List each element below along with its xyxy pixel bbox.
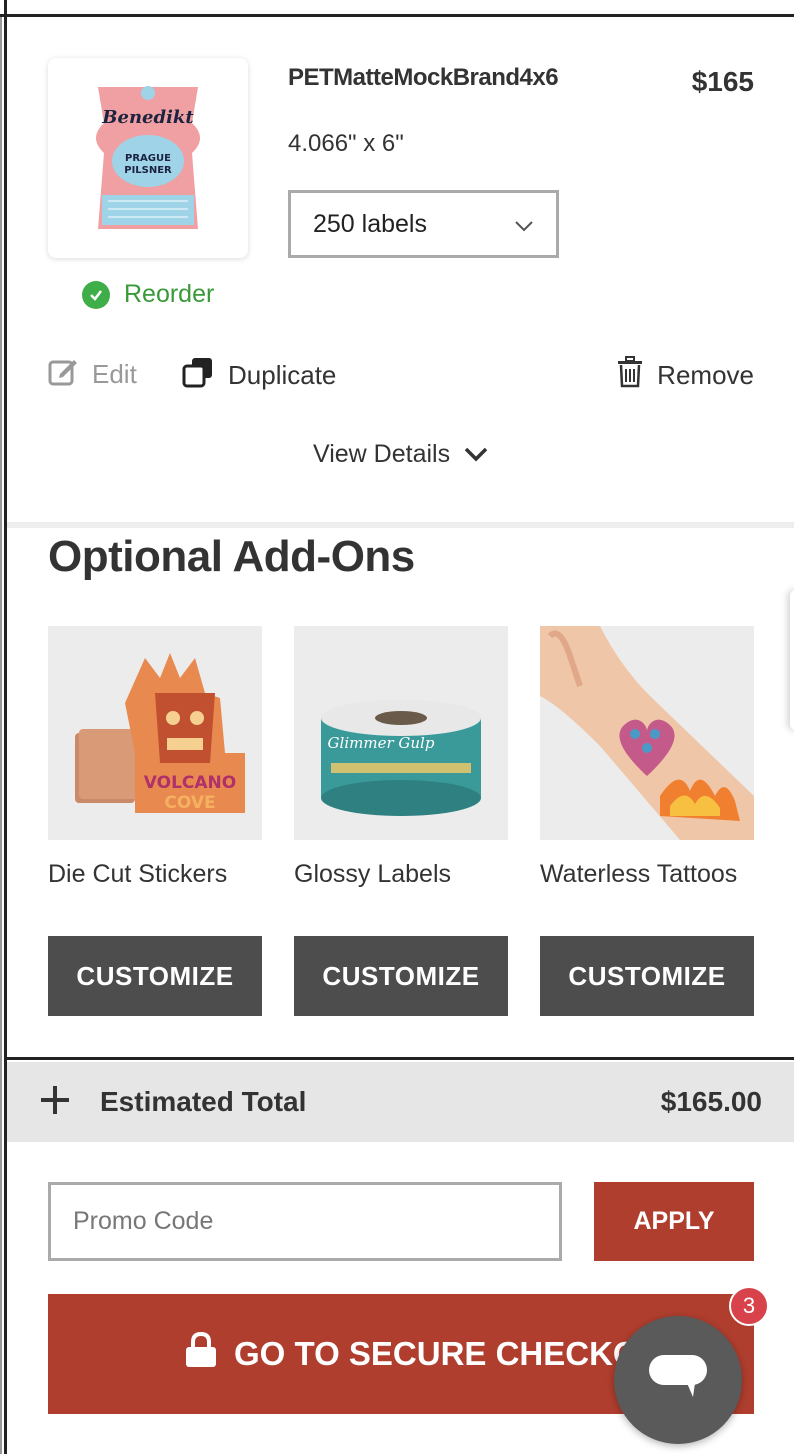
- addons-title: Optional Add-Ons: [48, 532, 415, 581]
- estimated-total-value: $165.00: [660, 1086, 762, 1117]
- page-edge: [0, 0, 2, 1454]
- chat-notification-badge: 3: [729, 1286, 769, 1326]
- carousel-edge: [790, 590, 794, 730]
- apply-button[interactable]: APPLY: [594, 1182, 754, 1261]
- product-thumbnail[interactable]: Benedikt PRAGUE PILSNER: [48, 58, 248, 258]
- estimated-total-label: Estimated Total: [100, 1086, 307, 1117]
- remove-button[interactable]: Remove: [617, 356, 754, 395]
- svg-text:Glimmer Gulp: Glimmer Gulp: [328, 734, 435, 752]
- addon-card-die-cut-stickers[interactable]: VOLCANO COVE Die Cut Stickers: [48, 626, 262, 889]
- top-border: [0, 0, 794, 17]
- chevron-down-icon: [514, 210, 534, 239]
- addon-image: Glimmer Gulp: [294, 626, 508, 840]
- addon-name: Waterless Tattoos: [540, 860, 738, 888]
- addon-name: Glossy Labels: [294, 860, 452, 888]
- check-circle-icon: [82, 280, 110, 309]
- lock-icon: [184, 1331, 218, 1376]
- duplicate-label: Duplicate: [228, 360, 337, 390]
- label-preview-image: Benedikt PRAGUE PILSNER: [96, 86, 200, 229]
- quantity-select[interactable]: 250 labels: [288, 190, 559, 258]
- svg-text:PRAGUE: PRAGUE: [125, 153, 171, 164]
- svg-text:VOLCANO: VOLCANO: [144, 773, 236, 793]
- duplicate-icon: [182, 356, 214, 395]
- customize-waterless-tattoos-button[interactable]: CUSTOMIZE: [540, 936, 754, 1016]
- edit-label: Edit: [92, 359, 137, 389]
- edit-icon: [48, 356, 78, 393]
- product-name: PETMatteMockBrand4x6: [288, 64, 559, 91]
- chevron-down-icon: [464, 440, 488, 469]
- chat-button[interactable]: [614, 1316, 742, 1444]
- section-divider: [7, 1057, 794, 1060]
- addon-image: VOLCANO COVE: [48, 626, 262, 840]
- reorder-status: Reorder: [82, 280, 214, 309]
- section-divider: [7, 522, 794, 528]
- duplicate-button[interactable]: Duplicate: [182, 356, 336, 395]
- addon-name: Die Cut Stickers: [48, 860, 228, 888]
- estimated-total-bar[interactable]: Estimated Total $165.00: [7, 1062, 794, 1142]
- svg-text:Benedikt: Benedikt: [101, 107, 194, 128]
- chat-bubble-icon: [647, 1353, 709, 1408]
- edit-button[interactable]: Edit: [48, 356, 137, 393]
- customize-glossy-labels-button[interactable]: CUSTOMIZE: [294, 936, 508, 1016]
- svg-text:PILSNER: PILSNER: [124, 165, 172, 176]
- product-price: $165: [691, 66, 754, 97]
- view-details-label: View Details: [313, 440, 451, 468]
- left-border: [4, 0, 7, 1454]
- product-size: 4.066" x 6": [288, 130, 404, 157]
- reorder-label: Reorder: [124, 280, 215, 308]
- promo-code-input[interactable]: [48, 1182, 562, 1261]
- addon-card-waterless-tattoos[interactable]: Waterless Tattoos: [540, 626, 754, 889]
- view-details-toggle[interactable]: View Details: [313, 440, 488, 469]
- customize-die-cut-stickers-button[interactable]: CUSTOMIZE: [48, 936, 262, 1016]
- plus-icon: [41, 1081, 69, 1123]
- svg-text:COVE: COVE: [164, 793, 215, 813]
- addon-image: [540, 626, 754, 840]
- addon-card-glossy-labels[interactable]: Glimmer Gulp Glossy Labels: [294, 626, 508, 889]
- trash-icon: [617, 356, 643, 395]
- remove-label: Remove: [657, 360, 754, 390]
- quantity-value: 250 labels: [313, 209, 427, 238]
